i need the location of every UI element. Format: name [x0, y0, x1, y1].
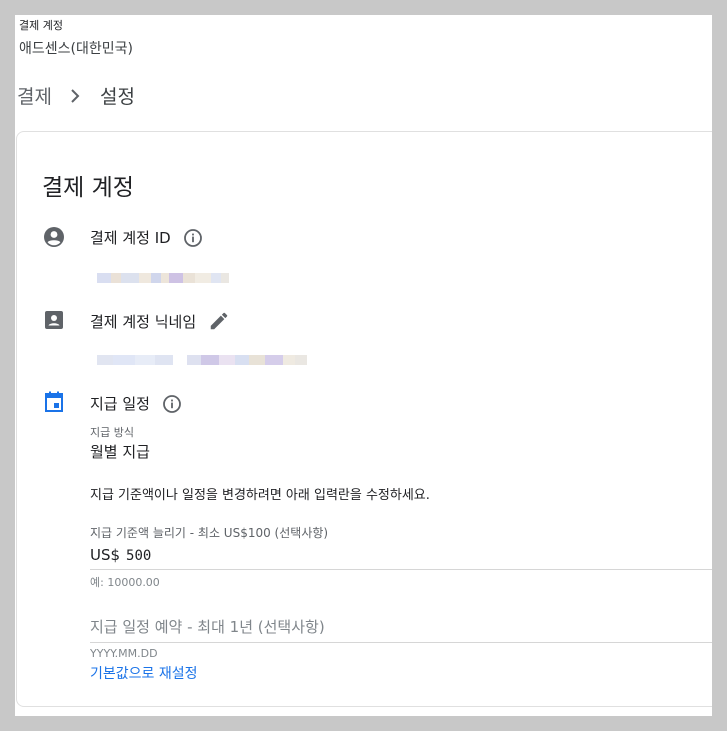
info-icon[interactable] [162, 394, 182, 414]
account-id-label: 결제 계정 ID [90, 229, 171, 247]
schedule-row-title: 지급 일정 [90, 393, 182, 414]
threshold-currency: US$ [90, 546, 121, 564]
nickname-label: 결제 계정 닉네임 [90, 312, 197, 331]
edit-pencil-icon[interactable] [208, 310, 230, 332]
threshold-value[interactable]: 500 [126, 548, 151, 564]
breadcrumb-parent-link[interactable]: 결제 [17, 82, 52, 109]
billing-settings-page: 결제 계정 애드센스(대한민국) 결제 설정 결제 계정 결제 계정 ID 결제… [15, 15, 712, 716]
breadcrumb-current: 설정 [99, 86, 135, 108]
nickname-row-title: 결제 계정 닉네임 [90, 310, 230, 332]
schedule-description: 지급 기준액이나 일정을 변경하려면 아래 입력란을 수정하세요. [90, 488, 430, 503]
payment-method-value: 월별 지급 [90, 443, 150, 461]
breadcrumb: 결제 설정 [17, 82, 135, 109]
threshold-label: 지급 기준액 늘리기 - 최소 US$100 (선택사항) [90, 526, 329, 540]
billing-account-heading: 결제 계정 [19, 19, 63, 32]
threshold-input[interactable]: US$ 500 [90, 546, 151, 564]
info-icon[interactable] [183, 228, 203, 248]
account-id-row-title: 결제 계정 ID [90, 227, 203, 248]
hold-until-hint: YYYY.MM.DD [90, 647, 158, 660]
redacted-nickname [97, 355, 307, 367]
hold-until-underline [90, 642, 712, 643]
schedule-label: 지급 일정 [90, 395, 150, 413]
reset-default-link[interactable]: 기본값으로 재설정 [90, 663, 198, 683]
billing-account-card: 결제 계정 결제 계정 ID 결제 계정 닉네임 지급 일정 지급 방식 월별 … [16, 131, 712, 707]
threshold-underline [90, 569, 712, 570]
payment-method-label: 지급 방식 [90, 426, 134, 439]
billing-account-product: 애드센스(대한민국) [19, 41, 133, 57]
chevron-right-icon [62, 86, 88, 106]
hold-until-input[interactable]: 지급 일정 예약 - 최대 1년 (선택사항) [90, 616, 325, 637]
redacted-account-id [97, 273, 229, 285]
threshold-hint: 예: 10000.00 [90, 576, 160, 589]
contact-card-icon [42, 308, 66, 332]
card-title: 결제 계정 [42, 175, 134, 201]
account-circle-icon [42, 225, 66, 249]
calendar-icon [42, 390, 66, 414]
